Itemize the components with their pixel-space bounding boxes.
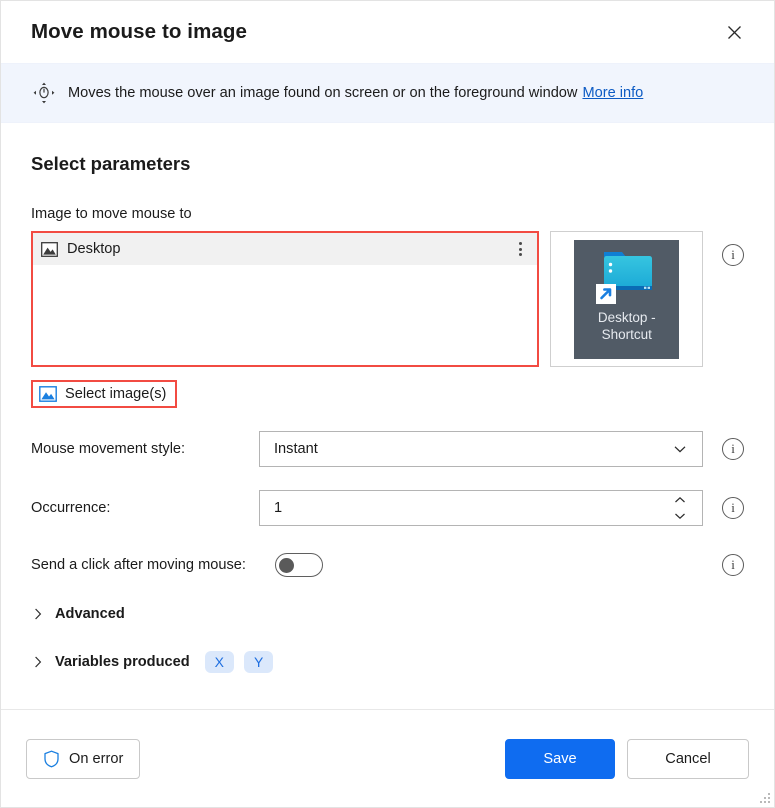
send-click-toggle[interactable] bbox=[275, 553, 323, 577]
variables-produced-expander[interactable]: Variables produced X Y bbox=[31, 651, 744, 673]
image-thumbnail-box: Desktop - Shortcut bbox=[550, 231, 703, 367]
variable-chips: X Y bbox=[195, 651, 274, 673]
occurrence-info-icon[interactable]: i bbox=[722, 497, 744, 519]
occurrence-stepper[interactable] bbox=[671, 494, 689, 523]
image-picker-row: Desktop Desktop - Shortcut i bbox=[31, 231, 744, 367]
occurrence-input[interactable]: 1 bbox=[259, 490, 703, 526]
image-field-info-icon[interactable]: i bbox=[722, 244, 744, 266]
save-label: Save bbox=[543, 750, 577, 767]
move-mouse-to-image-dialog: Move mouse to image Moves the mouse over… bbox=[0, 0, 775, 808]
stepper-up-icon[interactable] bbox=[671, 494, 689, 507]
send-click-info-icon[interactable]: i bbox=[722, 554, 744, 576]
image-field-label: Image to move mouse to bbox=[31, 206, 192, 222]
dialog-body: Select parameters Image to move mouse to… bbox=[1, 153, 774, 740]
close-icon bbox=[727, 25, 741, 39]
advanced-expander[interactable]: Advanced bbox=[31, 606, 744, 622]
description-banner: Moves the mouse over an image found on s… bbox=[1, 63, 774, 123]
stepper-down-icon[interactable] bbox=[671, 510, 689, 523]
section-title: Select parameters bbox=[31, 153, 191, 174]
variable-chip-y[interactable]: Y bbox=[243, 651, 274, 673]
shield-icon bbox=[44, 750, 59, 767]
variable-chip-x[interactable]: X bbox=[204, 651, 234, 673]
move-mouse-icon bbox=[31, 80, 57, 106]
send-click-row: Send a click after moving mouse: i bbox=[31, 553, 744, 577]
list-item-label: Desktop bbox=[67, 241, 121, 257]
occurrence-label: Occurrence: bbox=[31, 500, 111, 516]
dialog-footer: On error Save Cancel bbox=[1, 709, 774, 807]
chevron-down-icon bbox=[674, 446, 686, 453]
image-list-box[interactable]: Desktop bbox=[31, 231, 540, 367]
send-click-label: Send a click after moving mouse: bbox=[31, 557, 246, 573]
select-images-highlight: Select image(s) bbox=[31, 380, 178, 408]
resize-grip-icon[interactable] bbox=[759, 792, 771, 804]
mouse-movement-style-value: Instant bbox=[274, 441, 318, 457]
mouse-movement-style-label: Mouse movement style: bbox=[31, 441, 186, 457]
close-button[interactable] bbox=[712, 12, 756, 52]
cancel-label: Cancel bbox=[665, 750, 711, 767]
advanced-label: Advanced bbox=[55, 606, 125, 622]
toggle-knob bbox=[279, 557, 294, 573]
mouse-movement-style-row: Mouse movement style: Instant i bbox=[31, 431, 744, 467]
thumbnail-preview: Desktop - Shortcut bbox=[574, 239, 680, 359]
dialog-title: Move mouse to image bbox=[31, 20, 248, 43]
variables-produced-label: Variables produced bbox=[55, 654, 190, 670]
select-images-label: Select image(s) bbox=[65, 386, 167, 402]
chevron-right-icon bbox=[35, 608, 42, 620]
occurrence-value: 1 bbox=[274, 500, 283, 516]
on-error-label: On error bbox=[69, 750, 124, 767]
on-error-button[interactable]: On error bbox=[26, 738, 141, 779]
kebab-menu-icon[interactable] bbox=[509, 236, 531, 262]
more-info-link[interactable]: More info bbox=[582, 85, 643, 101]
thumbnail-caption: Desktop - Shortcut bbox=[597, 309, 656, 342]
chevron-right-icon bbox=[35, 656, 42, 668]
folder-shortcut-icon bbox=[595, 251, 652, 304]
banner-text: Moves the mouse over an image found on s… bbox=[68, 85, 578, 101]
occurrence-row: Occurrence: 1 i bbox=[31, 490, 744, 526]
image-icon bbox=[41, 241, 58, 257]
select-images-button[interactable]: Select image(s) bbox=[37, 385, 168, 403]
save-button[interactable]: Save bbox=[505, 738, 615, 779]
image-picker-icon bbox=[39, 386, 57, 402]
list-item[interactable]: Desktop bbox=[33, 233, 538, 265]
mouse-movement-style-dropdown[interactable]: Instant bbox=[259, 431, 703, 467]
dialog-titlebar: Move mouse to image bbox=[1, 1, 774, 63]
mouse-movement-style-info-icon[interactable]: i bbox=[722, 438, 744, 460]
cancel-button[interactable]: Cancel bbox=[627, 738, 749, 779]
